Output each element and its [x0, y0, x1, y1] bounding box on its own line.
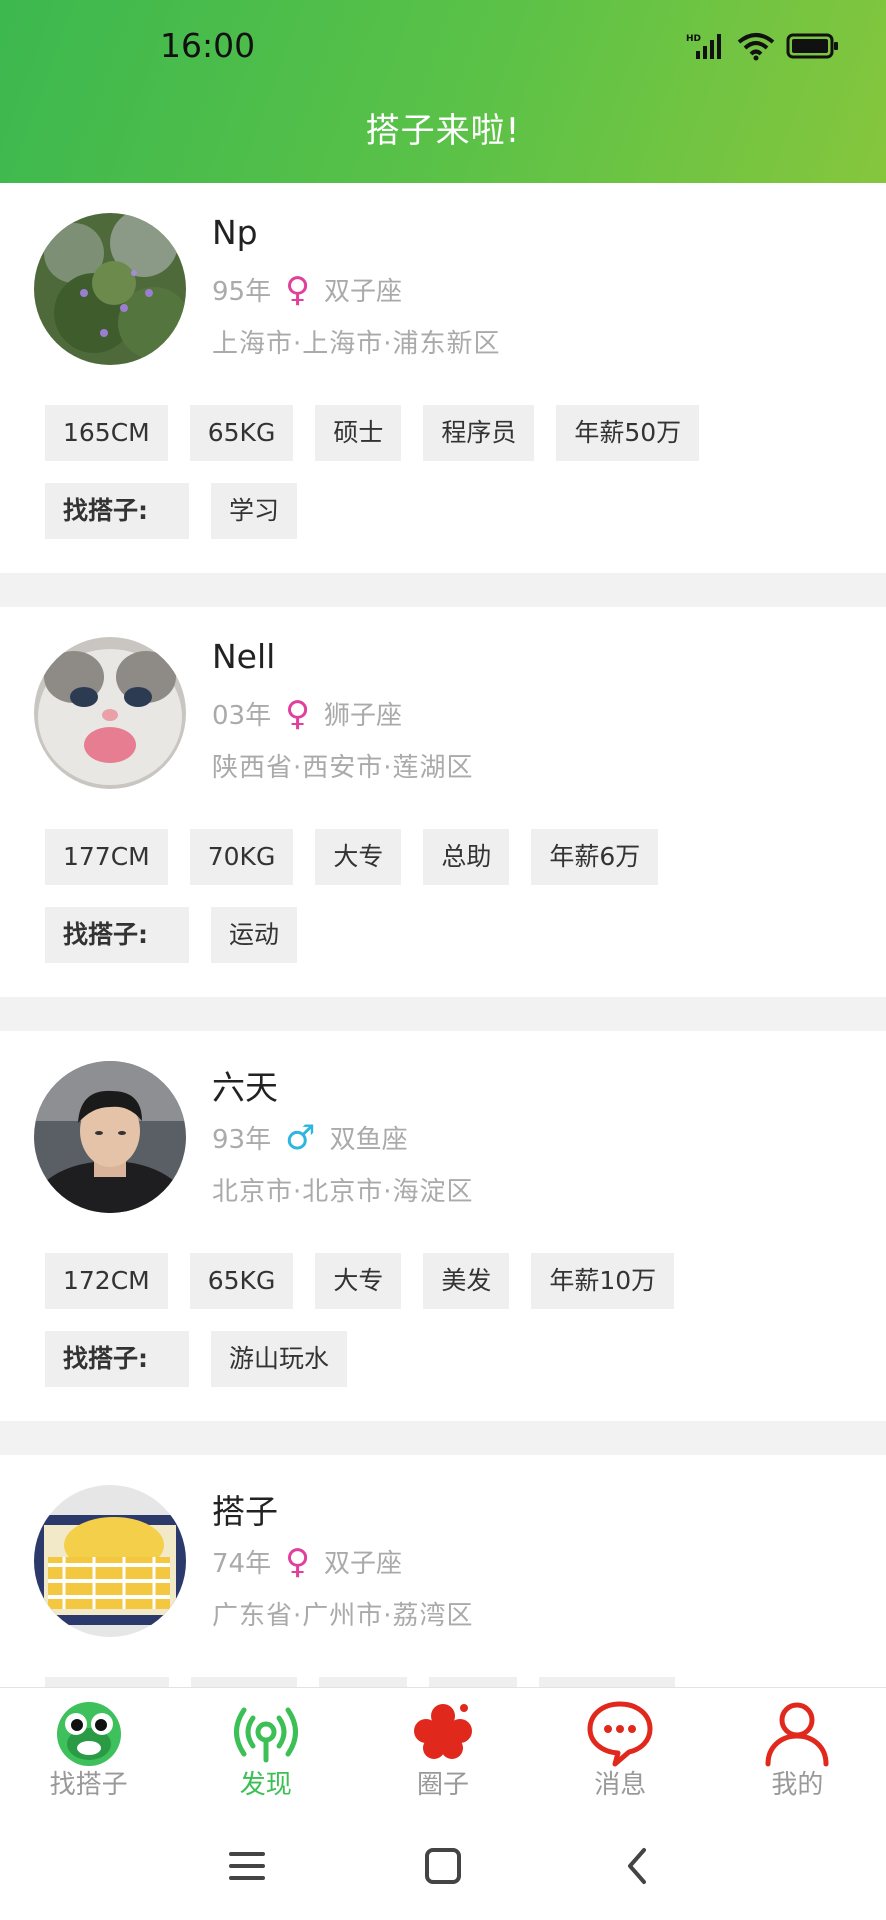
nav-label: 我的	[771, 1770, 824, 1800]
seek-row: 找搭子: 游山玩水	[45, 1331, 348, 1387]
profile-location: 上海市·上海市·浦东新区	[212, 329, 501, 359]
clover-icon	[414, 1704, 472, 1759]
back-icon[interactable]	[614, 1842, 662, 1890]
tag-weight	[191, 1677, 297, 1687]
male-icon: ♂	[285, 1117, 316, 1158]
profile-card[interactable]: 搭子 74年 ♀ 双子座 广东省·广州市·荔湾区	[0, 1455, 886, 1687]
profile-location: 陕西省·西安市·莲湖区	[212, 753, 474, 783]
tag-height: 165CM	[45, 405, 168, 461]
nav-find-partner[interactable]: 找搭子	[0, 1688, 177, 1813]
svg-text:HD: HD	[686, 34, 701, 44]
tag-height	[45, 1677, 169, 1687]
wifi-icon	[736, 31, 776, 65]
nav-circle[interactable]: 圈子	[354, 1688, 531, 1813]
menu-icon[interactable]	[223, 1842, 271, 1890]
profile-list[interactable]: Np 95年 ♀ 双子座 上海市·上海市·浦东新区 165CM 65KG 硕士 …	[0, 183, 886, 1687]
app-header: 16:00 HD 搭子来啦!	[0, 0, 886, 183]
tag-height: 172CM	[45, 1253, 168, 1309]
bottom-nav: 找搭子 发现 圈子 消息 我的	[0, 1687, 886, 1813]
system-nav-bar	[0, 1812, 886, 1920]
profile-meta: 93年 ♂ 双鱼座	[212, 1119, 408, 1156]
avatar[interactable]	[34, 1485, 186, 1637]
tag-education	[319, 1677, 407, 1687]
seek-value: 学习	[211, 483, 298, 539]
profile-tags	[45, 1677, 675, 1687]
avatar[interactable]	[34, 1061, 186, 1213]
profile-name: 六天	[212, 1068, 278, 1107]
avatar[interactable]	[34, 213, 186, 365]
profile-location: 北京市·北京市·海淀区	[212, 1177, 474, 1207]
tag-occupation: 美发	[423, 1253, 510, 1309]
nav-label: 找搭子	[49, 1770, 128, 1800]
profile-card[interactable]: Nell 03年 ♀ 狮子座 陕西省·西安市·莲湖区 177CM 70KG 大专…	[0, 607, 886, 997]
profile-name: Nell	[212, 637, 276, 676]
profile-tags: 172CM 65KG 大专 美发 年薪10万	[45, 1253, 675, 1309]
tag-salary: 年薪50万	[556, 405, 700, 461]
nav-label: 发现	[239, 1770, 292, 1800]
nav-profile[interactable]: 我的	[709, 1688, 886, 1813]
broadcast-icon	[233, 1707, 298, 1763]
person-icon	[765, 1702, 829, 1767]
tag-salary: 年薪10万	[531, 1253, 675, 1309]
profile-meta: 03年 ♀ 狮子座	[212, 695, 402, 732]
tag-height: 177CM	[45, 829, 168, 885]
tag-weight: 65KG	[189, 1253, 294, 1309]
seek-row: 找搭子: 学习	[45, 483, 298, 539]
female-icon: ♀	[285, 693, 310, 734]
tag-education: 大专	[315, 1253, 402, 1309]
nav-label: 消息	[594, 1770, 647, 1800]
profile-tags: 177CM 70KG 大专 总助 年薪6万	[45, 829, 659, 885]
zodiac: 双子座	[324, 1549, 403, 1579]
female-icon: ♀	[285, 269, 310, 310]
profile-meta: 74年 ♀ 双子座	[212, 1543, 402, 1580]
nav-messages[interactable]: 消息	[532, 1688, 709, 1813]
seek-label: 找搭子:	[45, 907, 189, 963]
frog-icon	[56, 1702, 121, 1766]
zodiac: 双鱼座	[329, 1125, 408, 1155]
birth-year: 95年	[212, 277, 272, 307]
home-icon[interactable]	[419, 1842, 467, 1890]
page-title: 搭子来啦!	[365, 111, 521, 151]
birth-year: 74年	[212, 1549, 272, 1579]
avatar[interactable]	[34, 637, 186, 789]
tag-occupation: 总助	[423, 829, 510, 885]
seek-row: 找搭子: 运动	[45, 907, 298, 963]
seek-label: 找搭子:	[45, 483, 189, 539]
profile-meta: 95年 ♀ 双子座	[212, 271, 402, 308]
tag-weight: 70KG	[189, 829, 294, 885]
nav-discover[interactable]: 发现	[177, 1688, 354, 1813]
nav-label: 圈子	[417, 1770, 470, 1800]
female-icon: ♀	[285, 1541, 310, 1582]
birth-year: 03年	[212, 701, 272, 731]
tag-salary	[539, 1677, 675, 1687]
profile-location: 广东省·广州市·荔湾区	[212, 1601, 474, 1631]
battery-icon	[786, 32, 840, 64]
hd-signal-icon: HD	[686, 31, 726, 65]
seek-label: 找搭子:	[45, 1331, 189, 1387]
tag-occupation: 程序员	[423, 405, 535, 461]
status-time: 16:00	[160, 26, 256, 65]
status-bar: 16:00 HD	[0, 0, 886, 100]
tag-education: 硕士	[315, 405, 402, 461]
seek-value: 游山玩水	[211, 1331, 348, 1387]
tag-salary: 年薪6万	[531, 829, 659, 885]
birth-year: 93年	[212, 1125, 272, 1155]
profile-name: Np	[212, 213, 258, 252]
tag-education: 大专	[315, 829, 402, 885]
zodiac: 双子座	[324, 277, 403, 307]
profile-name: 搭子	[212, 1492, 278, 1531]
tag-occupation	[429, 1677, 517, 1687]
profile-card[interactable]: Np 95年 ♀ 双子座 上海市·上海市·浦东新区 165CM 65KG 硕士 …	[0, 183, 886, 573]
profile-card[interactable]: 六天 93年 ♂ 双鱼座 北京市·北京市·海淀区 172CM 65KG 大专 美…	[0, 1031, 886, 1421]
chat-bubble-icon	[587, 1701, 653, 1767]
tag-weight: 65KG	[189, 405, 294, 461]
profile-tags: 165CM 65KG 硕士 程序员 年薪50万	[45, 405, 700, 461]
status-icons: HD	[686, 30, 840, 66]
zodiac: 狮子座	[324, 701, 403, 731]
seek-value: 运动	[211, 907, 298, 963]
